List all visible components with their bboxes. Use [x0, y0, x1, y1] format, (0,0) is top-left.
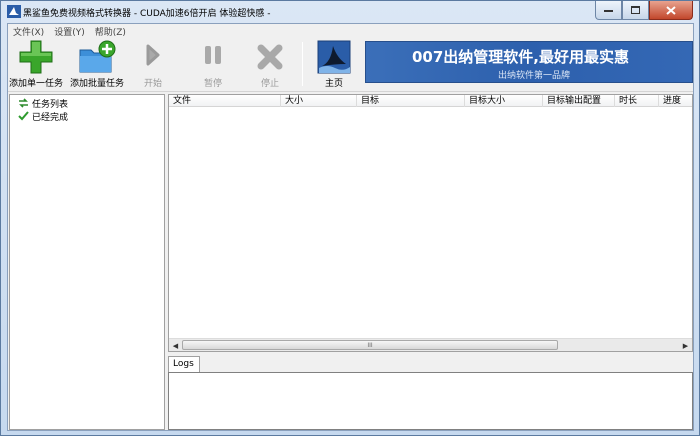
- window-title: 黑鲨鱼免费视频格式转换器 - CUDA加速6倍开启 体验超快感 -: [23, 9, 271, 19]
- add-single-task-button[interactable]: 添加单一任务: [8, 40, 64, 90]
- toolbar: 添加单一任务 添加批量任务 开始 暂停 停止 主页 007出纳管理软件,最好用最…: [8, 38, 693, 92]
- shark-fin-icon: [317, 40, 351, 74]
- horizontal-scrollbar[interactable]: ◀ III ▶: [169, 338, 692, 351]
- tab-logs[interactable]: Logs: [168, 356, 200, 372]
- play-icon: [146, 44, 160, 66]
- pause-label: 暂停: [203, 79, 222, 89]
- home-button[interactable]: 主页: [316, 40, 352, 90]
- minimize-button[interactable]: [595, 1, 622, 20]
- column-output-config[interactable]: 目标输出配置: [543, 95, 615, 107]
- task-tree: 任务列表 已经完成: [9, 94, 165, 430]
- add-single-task-label: 添加单一任务: [8, 79, 63, 89]
- title-bar[interactable]: 黑鲨鱼免费视频格式转换器 - CUDA加速6倍开启 体验超快感 -: [1, 1, 699, 23]
- column-size[interactable]: 大小: [281, 95, 357, 107]
- ad-banner[interactable]: 007出纳管理软件,最好用最实惠 出纳软件第一品牌: [365, 41, 693, 83]
- folder-add-icon: [79, 40, 116, 73]
- home-label: 主页: [324, 79, 343, 89]
- column-target-size[interactable]: 目标大小: [465, 95, 543, 107]
- scroll-thumb[interactable]: III: [182, 340, 558, 350]
- list-header: 文件 大小 目标 目标大小 目标输出配置 时长 进度: [169, 95, 692, 107]
- column-target[interactable]: 目标: [357, 95, 465, 107]
- column-progress[interactable]: 进度: [659, 95, 692, 107]
- pause-icon: [205, 46, 221, 64]
- tree-item-completed[interactable]: 已经完成: [18, 110, 69, 123]
- scroll-left-icon[interactable]: ◀: [169, 339, 182, 352]
- toolbar-separator: [302, 42, 303, 86]
- checkmark-icon: [18, 111, 29, 121]
- menu-settings[interactable]: 设置(Y): [49, 24, 90, 38]
- scroll-right-icon[interactable]: ▶: [679, 339, 692, 352]
- plus-icon: [19, 40, 53, 74]
- column-duration[interactable]: 时长: [615, 95, 659, 107]
- start-button[interactable]: 开始: [136, 40, 170, 90]
- client-area: 文件(X) 设置(Y) 帮助(Z) 添加单一任务 添加批量任务 开始 暂停 停止…: [7, 23, 694, 431]
- stop-button[interactable]: 停止: [253, 40, 287, 90]
- tree-item-label: 任务列表: [32, 99, 69, 110]
- maximize-button[interactable]: [622, 1, 649, 20]
- menu-help[interactable]: 帮助(Z): [90, 24, 131, 38]
- banner-subtitle: 出纳软件第一品牌: [498, 71, 571, 81]
- start-label: 开始: [143, 79, 162, 89]
- shark-app-icon: [7, 5, 21, 18]
- close-button[interactable]: [649, 1, 693, 20]
- add-batch-task-label: 添加批量任务: [69, 79, 124, 89]
- tree-item-label: 已经完成: [32, 112, 69, 123]
- maximize-icon: [631, 6, 640, 14]
- stop-x-icon: [257, 44, 283, 70]
- minimize-icon: [604, 10, 613, 12]
- pause-button[interactable]: 暂停: [196, 40, 230, 90]
- stop-label: 停止: [260, 79, 279, 89]
- tree-item-task-list[interactable]: 任务列表: [18, 97, 69, 110]
- window-controls: [595, 1, 693, 20]
- refresh-arrows-icon: [19, 98, 28, 108]
- logs-text-area[interactable]: [168, 372, 693, 430]
- close-icon: [666, 5, 676, 15]
- logs-tabbar: Logs: [168, 354, 693, 372]
- app-window: 黑鲨鱼免费视频格式转换器 - CUDA加速6倍开启 体验超快感 - 文件(X) …: [0, 0, 700, 436]
- add-batch-task-button[interactable]: 添加批量任务: [68, 40, 126, 90]
- banner-title: 007出纳管理软件,最好用最实惠: [412, 48, 630, 66]
- scroll-grip: III: [367, 341, 373, 349]
- menu-file[interactable]: 文件(X): [8, 24, 49, 38]
- menu-bar: 文件(X) 设置(Y) 帮助(Z): [8, 24, 693, 38]
- task-list-view[interactable]: 文件 大小 目标 目标大小 目标输出配置 时长 进度 ◀ III ▶: [168, 94, 693, 352]
- column-file[interactable]: 文件: [169, 95, 281, 107]
